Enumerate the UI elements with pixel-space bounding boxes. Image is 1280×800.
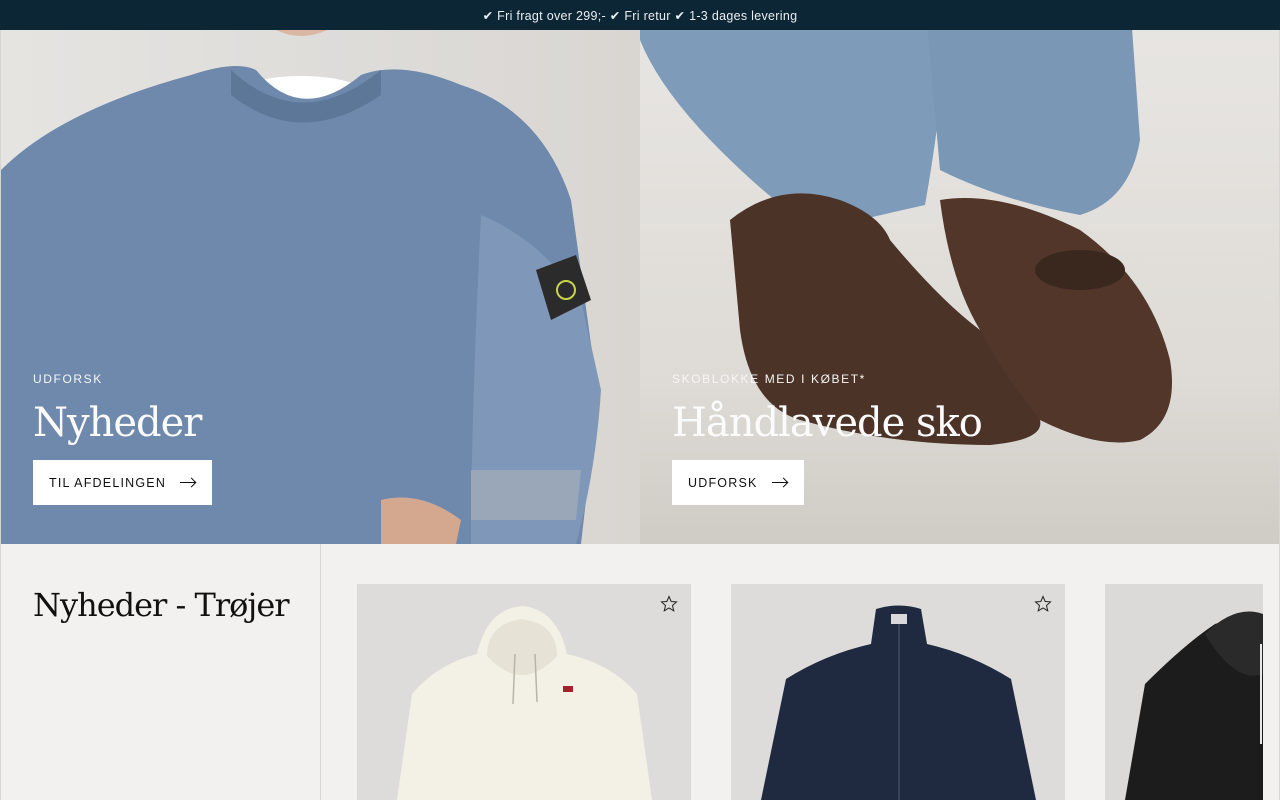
product-card[interactable] bbox=[731, 584, 1065, 800]
announcement-bar: ✔ Fri fragt over 299;- ✔ Fri retur ✔ 1-3… bbox=[0, 0, 1280, 30]
star-outline-icon[interactable] bbox=[659, 594, 679, 614]
product-image-navy-zip-cardigan bbox=[761, 605, 1036, 800]
arrow-right-icon bbox=[180, 478, 196, 488]
to-department-button[interactable]: TIL AFDELINGEN bbox=[33, 460, 213, 505]
announcement-text: ✔ Fri fragt over 299;- ✔ Fri retur ✔ 1-3… bbox=[482, 8, 798, 23]
button-label: TIL AFDELINGEN bbox=[49, 475, 167, 490]
hero-eyebrow: UDFORSK bbox=[33, 372, 103, 386]
hero-title: Håndlavede sko bbox=[672, 400, 983, 446]
button-label: UDFORSK bbox=[688, 475, 758, 490]
arrow-right-icon bbox=[771, 478, 788, 488]
product-image-black-hoodie bbox=[1125, 611, 1263, 800]
hero-handmade-shoes[interactable]: SKOBLOKKE MED I KØBET* Håndlavede sko UD… bbox=[640, 0, 1280, 544]
section-header-panel: Nyheder - Trøjer bbox=[0, 544, 321, 800]
hero-text-block: SKOBLOKKE MED I KØBET* Håndlavede sko UD… bbox=[672, 372, 983, 505]
hero-eyebrow: SKOBLOKKE MED I KØBET* bbox=[672, 372, 866, 386]
product-image-cream-hoodie bbox=[397, 606, 652, 800]
hero-title: Nyheder bbox=[33, 400, 202, 446]
product-card[interactable] bbox=[357, 584, 691, 800]
star-outline-icon[interactable] bbox=[1033, 594, 1053, 614]
explore-button[interactable]: UDFORSK bbox=[672, 460, 804, 505]
section-title: Nyheder - Trøjer bbox=[33, 586, 290, 624]
product-card[interactable] bbox=[1105, 584, 1263, 800]
hero-nyheder[interactable]: UDFORSK Nyheder TIL AFDELINGEN bbox=[0, 0, 640, 544]
hero-text-block: UDFORSK Nyheder TIL AFDELINGEN bbox=[33, 372, 213, 505]
